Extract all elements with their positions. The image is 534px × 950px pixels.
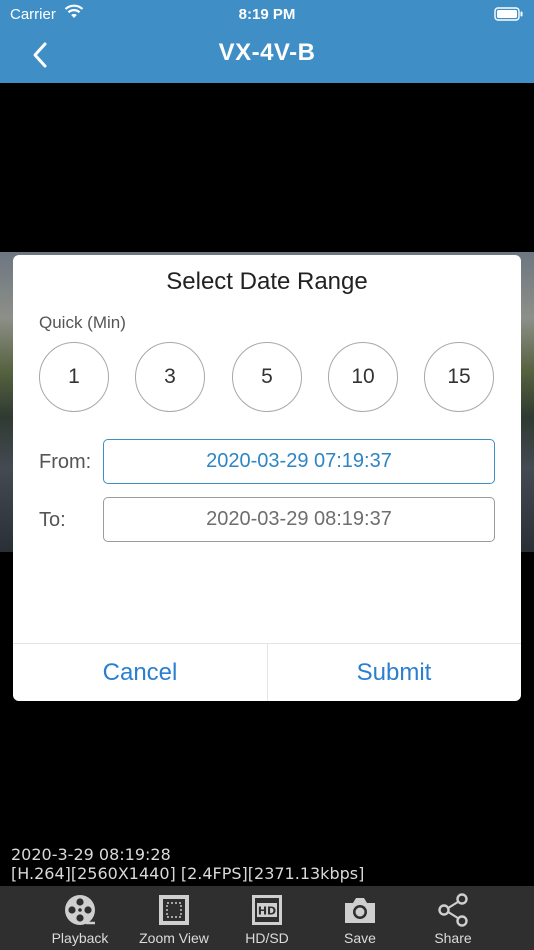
nav-bar: VX-4V-B xyxy=(0,28,534,83)
hd-sd-label: HD/SD xyxy=(245,930,289,946)
svg-text:HD: HD xyxy=(258,905,276,918)
bottom-toolbar: Playback Zoom View HD HD/SD Save Share xyxy=(0,886,534,950)
quick-option-15[interactable]: 15 xyxy=(424,342,494,412)
save-label: Save xyxy=(344,930,376,946)
hd-sd-button[interactable]: HD HD/SD xyxy=(222,886,312,950)
dialog-title: Select Date Range xyxy=(166,268,368,295)
to-label: To: xyxy=(39,509,66,531)
quick-option-5[interactable]: 5 xyxy=(232,342,302,412)
dialog-actions: Cancel Submit xyxy=(13,643,521,701)
video-stream-info: [H.264][2560X1440] [2.4FPS][2371.13kbps] xyxy=(11,864,365,883)
top-bar: Carrier 8:19 PM VX-4V-B xyxy=(0,0,534,83)
share-icon xyxy=(438,893,468,927)
camera-icon xyxy=(345,898,375,923)
share-label: Share xyxy=(434,930,472,946)
cancel-button[interactable]: Cancel xyxy=(13,644,267,701)
film-reel-icon xyxy=(65,895,95,925)
page-title: VX-4V-B xyxy=(218,39,316,66)
battery-icon xyxy=(494,7,524,25)
quick-option-1[interactable]: 1 xyxy=(39,342,109,412)
quick-option-3[interactable]: 3 xyxy=(135,342,205,412)
video-timestamp: 2020-3-29 08:19:28 xyxy=(11,845,171,864)
submit-button[interactable]: Submit xyxy=(267,644,521,701)
playback-button[interactable]: Playback xyxy=(35,886,125,950)
status-time: 8:19 PM xyxy=(238,6,296,23)
zoom-view-label: Zoom View xyxy=(139,930,209,946)
quick-option-10[interactable]: 10 xyxy=(328,342,398,412)
to-field[interactable]: 2020-03-29 08:19:37 xyxy=(103,497,495,542)
save-button[interactable]: Save xyxy=(315,886,405,950)
playback-label: Playback xyxy=(51,930,109,946)
video-overlay: 2020-3-29 08:19:28 [H.264][2560X1440] [2… xyxy=(11,845,364,883)
from-field[interactable]: 2020-03-29 07:19:37 xyxy=(103,439,495,484)
zoom-view-button[interactable]: Zoom View xyxy=(129,886,219,950)
hd-icon: HD xyxy=(252,895,282,925)
zoom-view-icon xyxy=(159,895,189,925)
from-label: From: xyxy=(39,451,92,473)
share-button[interactable]: Share xyxy=(408,886,498,950)
status-bar: Carrier 8:19 PM xyxy=(0,0,534,28)
quick-options: 1 3 5 10 15 xyxy=(39,342,495,412)
date-range-dialog: Select Date Range Quick (Min) 1 3 5 10 1… xyxy=(13,255,521,701)
quick-label: Quick (Min) xyxy=(39,313,126,332)
